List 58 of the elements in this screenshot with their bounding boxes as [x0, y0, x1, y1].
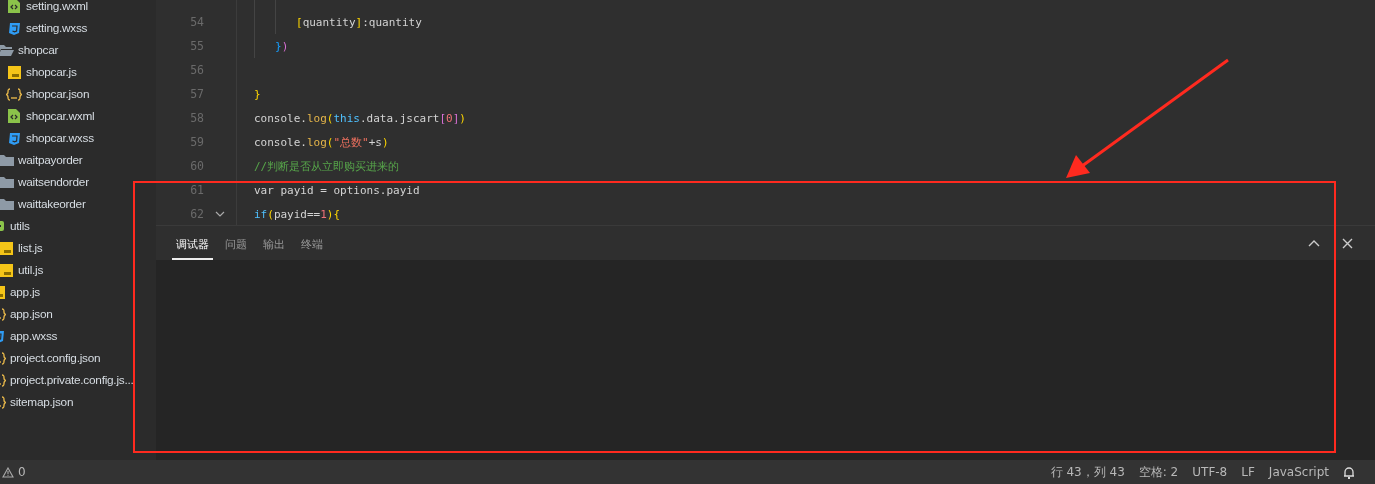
status-item[interactable]: UTF-8 [1192, 465, 1228, 479]
file-tree-item[interactable]: util.js [0, 259, 156, 281]
status-item[interactable]: LF [1241, 465, 1255, 479]
code-line: }) [275, 39, 289, 53]
line-number: 54 [189, 15, 204, 29]
bell-icon[interactable] [1343, 465, 1355, 479]
file-tree-item[interactable]: shopcar.wxml [0, 105, 156, 127]
file-tree-item[interactable]: utils [0, 215, 156, 237]
code-line: console.log("总数"+s) [254, 134, 389, 150]
warning-count[interactable]: 0 [18, 465, 26, 479]
file-tree-item[interactable]: list.js [0, 237, 156, 259]
file-tree-item[interactable]: app.js [0, 281, 156, 303]
code-line: if(payid==1){ [254, 207, 341, 221]
json-file-icon [6, 87, 22, 101]
warning-icon[interactable] [2, 466, 14, 478]
file-tree-item[interactable]: waitsendorder [0, 171, 156, 193]
chevron-down-icon[interactable] [215, 211, 225, 217]
file-tree-item[interactable]: waitpayorder [0, 149, 156, 171]
status-item[interactable]: JavaScript [1268, 465, 1329, 479]
chevron-up-icon[interactable] [1308, 239, 1320, 247]
file-tree-item[interactable]: project.config.json [0, 347, 156, 369]
code-line: var payid = options.payid [254, 183, 420, 197]
js-file-icon [0, 263, 13, 277]
file-tree-item[interactable]: shopcar [0, 39, 156, 61]
line-number: 59 [189, 135, 204, 149]
file-tree-item[interactable]: shopcar.wxss [0, 127, 156, 149]
panel-tab[interactable]: 调试器 [172, 226, 213, 260]
file-tree-item[interactable]: setting.wxml [0, 0, 156, 17]
css-file-icon [7, 21, 21, 35]
file-tree-item[interactable]: app.wxss [0, 325, 156, 347]
close-icon[interactable] [1342, 237, 1353, 249]
code-line: [quantity]:quantity [296, 15, 422, 29]
line-number: 58 [189, 111, 204, 125]
code-line: //判断是否从立即购买进来的 [254, 158, 400, 174]
panel-tab[interactable]: 终端 [297, 226, 327, 260]
file-tree-item[interactable]: shopcar.js [0, 61, 156, 83]
file-tree-item[interactable]: shopcar.json [0, 83, 156, 105]
line-number: 55 [189, 39, 204, 53]
file-tree-item[interactable]: sitemap.json [0, 391, 156, 413]
status-item[interactable]: 空格: 2 [1138, 463, 1179, 481]
code-line: console.log(this.data.jscart[0]) [254, 111, 466, 125]
js-file-icon [7, 65, 21, 79]
code-line: } [254, 87, 261, 101]
file-tree-item[interactable]: setting.wxss [0, 17, 156, 39]
file-tree-item[interactable]: project.private.config.js... [0, 369, 156, 391]
line-number: 62 [189, 207, 204, 221]
css-file-icon [7, 131, 21, 145]
panel-tab[interactable]: 问题 [221, 226, 251, 260]
line-number: 61 [189, 183, 204, 197]
line-number: 60 [189, 159, 204, 173]
panel-tab[interactable]: 输出 [259, 226, 289, 260]
line-number: 56 [189, 63, 204, 77]
file-tree-item[interactable]: waittakeorder [0, 193, 156, 215]
wxml-file-icon [8, 109, 20, 123]
line-number: 57 [189, 87, 204, 101]
file-tree-item[interactable]: app.json [0, 303, 156, 325]
status-item[interactable]: 行 43，列 43 [1050, 463, 1125, 481]
js-file-icon [0, 241, 13, 255]
